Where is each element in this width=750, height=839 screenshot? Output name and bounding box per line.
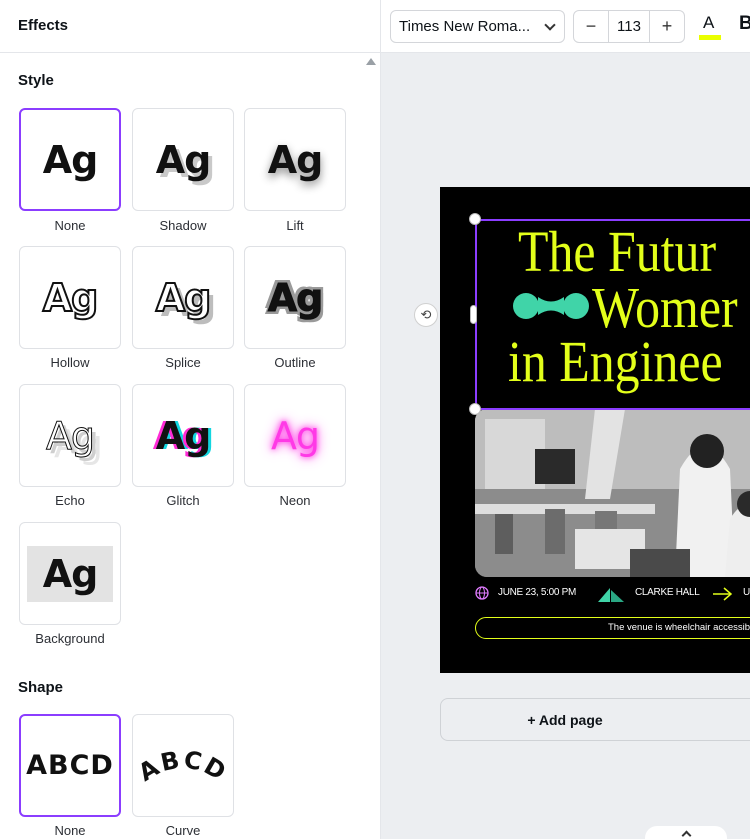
triangles-icon [598, 588, 624, 602]
chevron-down-icon [544, 19, 556, 31]
style-outline-label: Outline [274, 355, 316, 370]
style-shadow-label: Shadow [159, 218, 207, 233]
style-shadow-preview: Ag [155, 137, 212, 182]
style-none-tile[interactable]: Ag [19, 108, 121, 211]
event-photo[interactable] [475, 409, 750, 577]
style-section-title: Style [18, 72, 54, 89]
shape-curve-preview: ABCD [134, 745, 233, 787]
font-size-input[interactable]: 113 [608, 11, 650, 42]
font-family-value: Times New Roma... [399, 18, 531, 35]
style-splice-preview: Ag [155, 275, 213, 320]
style-background-tile[interactable]: Ag [19, 522, 121, 625]
text-color-icon: A [703, 13, 715, 32]
style-splice-label: Splice [165, 355, 201, 370]
style-echo-tile[interactable]: Ag [19, 384, 121, 487]
increase-font-size-button[interactable]: + [650, 11, 684, 42]
rotate-icon[interactable]: ⟲ [414, 303, 438, 327]
shape-section-title: Shape [18, 679, 64, 696]
arrow-right-icon [713, 587, 733, 601]
bold-button[interactable]: B [739, 13, 750, 35]
style-background-swatch: Ag [27, 545, 113, 602]
event-location[interactable]: CLARKE HALL [635, 587, 700, 598]
style-hollow-tile[interactable]: Ag [19, 246, 121, 349]
font-size-stepper: − 113 + [573, 10, 685, 43]
style-lift-label: Lift [286, 218, 304, 233]
event-date[interactable]: JUNE 23, 5:00 PM [498, 587, 576, 598]
resize-handle-top-left[interactable] [469, 213, 481, 225]
effects-panel: Effects Style Ag None Ag Shadow Ag Lift … [0, 0, 381, 839]
shape-curve-label: Curve [165, 823, 201, 838]
venue-note[interactable]: The venue is wheelchair accessible [475, 617, 750, 639]
add-page-button[interactable]: + Add page [440, 698, 750, 741]
show-pages-tab[interactable] [645, 826, 727, 839]
text-toolbar: Times New Roma... − 113 + A B [381, 0, 750, 53]
event-extra[interactable]: U [743, 587, 750, 598]
resize-handle-left[interactable] [470, 305, 477, 324]
resize-handle-bottom-left[interactable] [469, 403, 481, 415]
text-color-button[interactable]: A [697, 11, 723, 41]
style-outline-tile[interactable]: Ag [244, 246, 346, 349]
style-hollow-preview: Ag [42, 275, 100, 320]
style-glitch-label: Glitch [166, 493, 200, 508]
shape-none-tile[interactable]: ABCD [19, 714, 121, 817]
style-outline-preview: Ag [267, 275, 324, 320]
selection-box [475, 219, 750, 410]
style-neon-tile[interactable]: Ag [244, 384, 346, 487]
style-background-label: Background [35, 631, 105, 646]
style-lift-tile[interactable]: Ag [244, 108, 346, 211]
style-none-preview: Ag [42, 137, 99, 182]
style-echo-preview: Ag [45, 413, 95, 458]
style-splice-tile[interactable]: Ag [132, 246, 234, 349]
shape-none-label: None [54, 823, 86, 838]
style-hollow-label: Hollow [50, 355, 90, 370]
decrease-font-size-button[interactable]: − [574, 11, 608, 42]
style-lift-preview: Ag [267, 137, 324, 182]
canvas-area: The Futur Womer in Enginee JUNE 23, 5:00… [381, 53, 750, 839]
font-family-dropdown[interactable]: Times New Roma... [390, 10, 565, 43]
style-glitch-preview: Ag [155, 413, 212, 458]
style-none-label: None [54, 218, 86, 233]
style-shadow-tile[interactable]: Ag [132, 108, 234, 211]
svg-text:ABCD: ABCD [134, 745, 233, 787]
shape-curve-tile[interactable]: ABCD [132, 714, 234, 817]
style-background-preview: Ag [42, 551, 99, 596]
chevron-up-icon [681, 830, 691, 839]
panel-header: Effects [0, 0, 380, 53]
text-color-swatch [699, 35, 721, 40]
shape-none-preview: ABCD [26, 750, 114, 781]
scroll-up-arrow-icon[interactable] [366, 58, 376, 65]
style-neon-preview: Ag [270, 413, 320, 458]
style-echo-label: Echo [55, 493, 85, 508]
style-neon-label: Neon [279, 493, 311, 508]
panel-title: Effects [18, 17, 69, 34]
globe-icon [475, 586, 489, 600]
style-glitch-tile[interactable]: Ag [132, 384, 234, 487]
